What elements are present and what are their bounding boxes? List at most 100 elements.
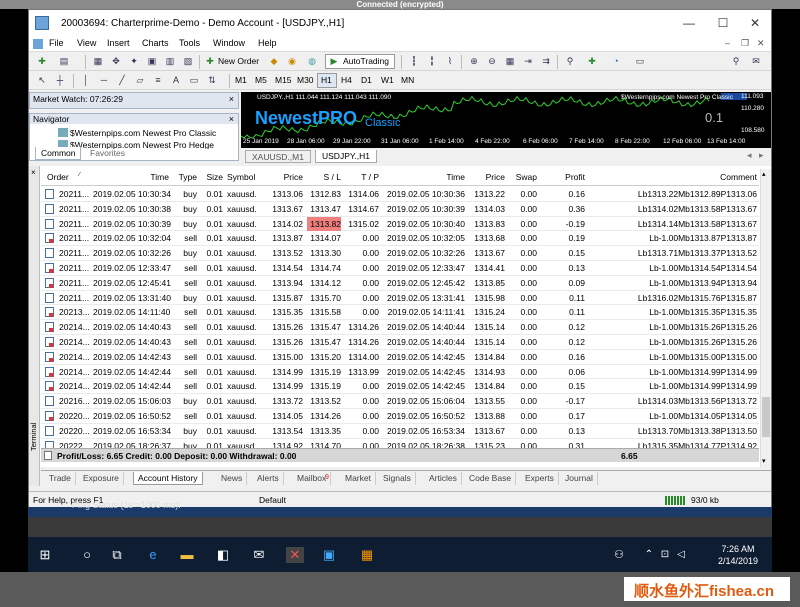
- signals-icon[interactable]: ◆: [267, 55, 281, 68]
- close-icon[interactable]: ×: [31, 168, 36, 177]
- column-header[interactable]: T / P: [343, 172, 379, 182]
- terminal-tab-articles[interactable]: Articles: [425, 472, 462, 485]
- periods-icon[interactable]: ◔: [609, 55, 623, 68]
- cursor-icon[interactable]: ↖: [35, 74, 49, 87]
- history-row[interactable]: 20211... 2019.02.05 12:33:47 sell 0.01 xauus…: [41, 261, 759, 276]
- column-header[interactable]: Order: [47, 172, 91, 182]
- terminal-tab-account-history[interactable]: Account History: [133, 472, 203, 485]
- tf-h4[interactable]: H4: [341, 75, 352, 85]
- menu-tools[interactable]: Tools: [179, 38, 200, 48]
- tf-m1[interactable]: M1: [235, 75, 247, 85]
- history-row[interactable]: 20214... 2019.02.05 14:42:44 sell 0.01 xauus…: [41, 379, 759, 395]
- new-chart-icon[interactable]: ✚: [35, 55, 49, 68]
- history-row[interactable]: 20214... 2019.02.05 14:42:44 sell 0.01 xauus…: [41, 365, 759, 380]
- tf-m15[interactable]: M15: [275, 75, 292, 85]
- terminal-tab-alerts[interactable]: Alerts: [253, 472, 284, 485]
- arrows-icon[interactable]: ⇅: [205, 74, 219, 87]
- history-row[interactable]: 20211... 2019.02.05 10:32:04 sell 0.01 xauus…: [41, 231, 759, 247]
- tf-h1[interactable]: H1: [321, 75, 332, 85]
- history-row[interactable]: 20211... 2019.02.05 13:31:40 buy 0.01 xauusd…: [41, 291, 759, 306]
- terminal-tab-market[interactable]: Market: [341, 472, 376, 485]
- add-indicator-icon[interactable]: ✚: [585, 55, 599, 68]
- volume-icon[interactable]: ◁: [672, 547, 690, 563]
- mdi-close-icon[interactable]: ✕: [757, 38, 765, 49]
- zoom-out-icon[interactable]: ⊖: [485, 55, 499, 68]
- history-row[interactable]: 20211... 2019.02.05 12:45:41 sell 0.01 xauus…: [41, 276, 759, 291]
- history-row[interactable]: 20213... 2019.02.05 14:11:40 sell 0.01 xauus…: [41, 305, 759, 321]
- history-row[interactable]: 20211... 2019.02.05 10:30:39 buy 0.01 xauusd…: [41, 216, 759, 232]
- bar-chart-icon[interactable]: ┇: [407, 55, 421, 68]
- maximize-button[interactable]: ☐: [709, 14, 737, 32]
- column-header[interactable]: Price: [269, 172, 303, 182]
- new-order-button[interactable]: New Order: [218, 56, 259, 66]
- history-row[interactable]: 20220... 2019.02.05 16:50:52 sell 0.01 xauus…: [41, 409, 759, 424]
- column-header[interactable]: Time: [387, 172, 465, 182]
- channel-icon[interactable]: ▱: [133, 74, 147, 87]
- vps-icon[interactable]: ◍: [305, 55, 319, 68]
- column-header[interactable]: Comment: [593, 172, 757, 182]
- menu-file[interactable]: File: [49, 38, 64, 48]
- search-icon[interactable]: ○: [78, 547, 96, 563]
- history-row[interactable]: 20214... 2019.02.05 14:40:43 sell 0.01 xauus…: [41, 320, 759, 335]
- close-button[interactable]: ✕: [741, 14, 769, 32]
- tf-mn[interactable]: MN: [401, 75, 414, 85]
- explorer-icon[interactable]: ▬: [178, 547, 196, 563]
- terminal-tab-exposure[interactable]: Exposure: [79, 472, 124, 485]
- chart-tab-usdjpy[interactable]: USDJPY.,H1: [315, 150, 378, 163]
- scroll-down-icon[interactable]: ▾: [762, 457, 766, 465]
- candlestick-icon[interactable]: ╏: [425, 55, 439, 68]
- history-row[interactable]: 20214... 2019.02.05 14:40:43 sell 0.01 xauus…: [41, 335, 759, 350]
- history-scrollbar[interactable]: ▴ ▾: [760, 169, 771, 467]
- tf-m5[interactable]: M5: [255, 75, 267, 85]
- mail-icon[interactable]: ✉: [250, 547, 268, 563]
- tab-favorites[interactable]: Favorites: [85, 147, 130, 160]
- history-row[interactable]: 20211... 2019.02.05 10:32:26 buy 0.01 xauusd…: [41, 246, 759, 261]
- terminal-icon[interactable]: ▣: [145, 55, 159, 68]
- history-row[interactable]: 20214... 2019.02.05 14:42:43 sell 0.01 xauus…: [41, 350, 759, 365]
- column-header[interactable]: Type: [171, 172, 197, 182]
- clock[interactable]: 7:26 AM 2/14/2019: [718, 543, 758, 567]
- metaeditor-icon[interactable]: ▧: [181, 55, 195, 68]
- terminal-tab-journal[interactable]: Journal: [561, 472, 598, 485]
- tf-d1[interactable]: D1: [361, 75, 372, 85]
- zoom-in-icon[interactable]: ⊕: [467, 55, 481, 68]
- mdi-minimize-icon[interactable]: –: [725, 38, 730, 48]
- history-row[interactable]: 20216... 2019.02.05 15:06:03 buy 0.01 xauusd…: [41, 394, 759, 409]
- text-tool-icon[interactable]: A: [169, 74, 183, 87]
- chat-icon[interactable]: ✉: [749, 55, 763, 68]
- people-icon[interactable]: ⚇: [610, 547, 628, 563]
- column-header[interactable]: Symbol: [227, 172, 265, 182]
- navigator-icon[interactable]: ✦: [127, 55, 141, 68]
- history-row[interactable]: 20220... 2019.02.05 16:53:34 buy 0.01 xauusd…: [41, 424, 759, 439]
- column-header[interactable]: Price: [467, 172, 505, 182]
- menu-help[interactable]: Help: [258, 38, 277, 48]
- market-icon[interactable]: ◉: [285, 55, 299, 68]
- strategy-tester-icon[interactable]: ▥: [163, 55, 177, 68]
- close-icon[interactable]: ×: [229, 94, 234, 104]
- indicators-icon[interactable]: ⚲: [563, 55, 577, 68]
- terminal-tab-news[interactable]: News: [217, 472, 248, 485]
- app-taskbar-icon[interactable]: ▦: [358, 547, 376, 563]
- chart-tab-xauusd[interactable]: XAUUSD.,M1: [245, 150, 311, 163]
- menu-view[interactable]: View: [77, 38, 96, 48]
- history-row[interactable]: 20211... 2019.02.05 10:30:38 buy 0.01 xauusd…: [41, 202, 759, 217]
- store-icon[interactable]: ◧: [214, 547, 232, 563]
- column-header[interactable]: Swap: [509, 172, 537, 182]
- autoscroll-icon[interactable]: ⇉: [539, 55, 553, 68]
- terminal-tab-experts[interactable]: Experts: [521, 472, 559, 485]
- start-icon[interactable]: ⊞: [36, 547, 54, 563]
- terminal-tab-code-base[interactable]: Code Base: [465, 472, 517, 485]
- column-header[interactable]: Size: [201, 172, 223, 182]
- terminal-tab-trade[interactable]: Trade: [45, 472, 76, 485]
- line-chart-icon[interactable]: ⌇: [443, 55, 457, 68]
- navigator-item[interactable]: $Westernpips.com Newest Pro Classic: [70, 128, 216, 138]
- menu-window[interactable]: Window: [213, 38, 245, 48]
- horizontal-line-icon[interactable]: ─: [97, 74, 111, 87]
- data-window-icon[interactable]: ✥: [109, 55, 123, 68]
- crosshair-icon[interactable]: ┼: [53, 74, 67, 87]
- scroll-up-icon[interactable]: ▴: [762, 170, 766, 178]
- column-header[interactable]: S / L: [307, 172, 341, 182]
- fibonacci-icon[interactable]: ≡: [151, 74, 165, 87]
- chart-shift-icon[interactable]: ⇥: [521, 55, 535, 68]
- vertical-line-icon[interactable]: │: [79, 74, 93, 87]
